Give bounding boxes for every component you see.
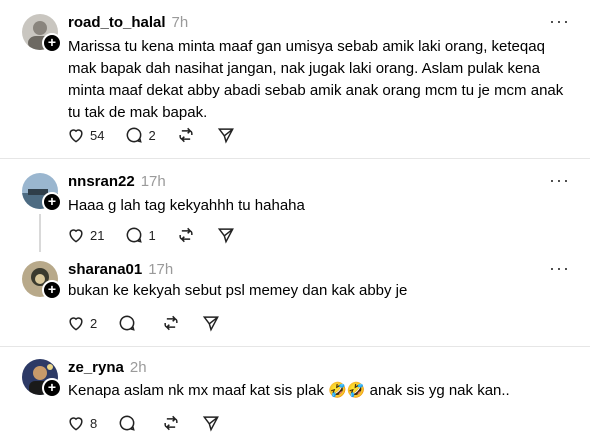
comment-icon [119, 315, 135, 331]
repost-icon [179, 227, 193, 243]
like-button[interactable]: 21 [66, 225, 104, 245]
heart-icon [69, 317, 83, 331]
timestamp: 17h [140, 173, 166, 190]
share-button[interactable] [216, 225, 236, 245]
post-text: Marissa tu kena minta maaf gan umisya se… [68, 38, 564, 121]
username[interactable]: nnsran22 [68, 173, 135, 190]
action-bar: 8 [66, 413, 241, 433]
share-button[interactable] [201, 313, 221, 333]
heart-icon [69, 417, 83, 431]
username[interactable]: ze_ryna [68, 359, 124, 376]
post-text: Haaa g lah tag kekyahhh tu hahaha [68, 197, 305, 214]
share-button[interactable] [201, 413, 221, 433]
like-button[interactable]: 54 [66, 125, 104, 145]
like-count: 21 [90, 227, 105, 243]
send-icon [203, 316, 220, 332]
username[interactable]: sharana01 [68, 261, 142, 278]
post-text: bukan ke kekyah sebut psl memey dan kak … [68, 282, 408, 299]
timestamp: 7h [171, 14, 189, 31]
username-row: ze_ryna 2h [68, 359, 147, 376]
repost-button[interactable] [161, 313, 181, 333]
like-button[interactable]: 8 [66, 413, 97, 433]
comment-icon [127, 127, 143, 143]
follow-plus-icon[interactable]: + [42, 378, 62, 398]
reply-button[interactable]: 2 [124, 125, 156, 145]
follow-plus-icon[interactable]: + [42, 33, 62, 53]
heart-icon [69, 129, 83, 143]
repost-icon [164, 415, 178, 431]
repost-button[interactable] [161, 413, 181, 433]
reply-button[interactable] [117, 413, 141, 433]
action-bar: 2 [66, 313, 241, 333]
repost-icon [179, 127, 193, 143]
thread-line [39, 214, 41, 252]
post: + nnsran22 17h ··· Haaa g lah tag kekyahh… [0, 159, 590, 251]
reply-count: 2 [148, 127, 156, 143]
more-icon[interactable]: ··· [549, 12, 570, 30]
username-row: nnsran22 17h [68, 173, 166, 190]
action-bar: 54 2 [66, 125, 256, 145]
like-count: 54 [90, 127, 105, 143]
like-button[interactable]: 2 [66, 313, 97, 333]
reply-button[interactable]: 1 [124, 225, 156, 245]
repost-button[interactable] [176, 125, 196, 145]
username-row: sharana01 17h [68, 261, 173, 278]
timestamp: 2h [129, 359, 147, 376]
follow-plus-icon[interactable]: + [42, 280, 62, 300]
more-icon[interactable]: ··· [549, 259, 570, 277]
timestamp: 17h [148, 261, 174, 278]
action-bar: 21 1 [66, 225, 256, 245]
send-icon [203, 416, 220, 432]
reply-button[interactable] [117, 313, 141, 333]
comment-icon [119, 415, 135, 431]
post-text: Kenapa aslam nk mx maaf kat sis plak 🤣🤣 … [68, 382, 510, 399]
send-icon [217, 228, 234, 244]
post: + road_to_halal 7h ··· Marissa tu kena mi… [0, 0, 590, 158]
comment-icon [127, 227, 143, 243]
send-icon [217, 128, 234, 144]
share-button[interactable] [216, 125, 236, 145]
post: + ze_ryna 2h Kenapa aslam nk mx maaf kat … [0, 347, 590, 446]
username-row: road_to_halal 7h [68, 14, 188, 31]
like-count: 2 [90, 315, 98, 331]
more-icon[interactable]: ··· [549, 171, 570, 189]
username[interactable]: road_to_halal [68, 14, 166, 31]
follow-plus-icon[interactable]: + [42, 192, 62, 212]
repost-button[interactable] [176, 225, 196, 245]
heart-icon [69, 229, 83, 243]
repost-icon [164, 315, 178, 331]
like-count: 8 [90, 415, 98, 431]
reply-count: 1 [148, 227, 156, 243]
post: + sharana01 17h ··· bukan ke kekyah sebut… [0, 251, 590, 346]
